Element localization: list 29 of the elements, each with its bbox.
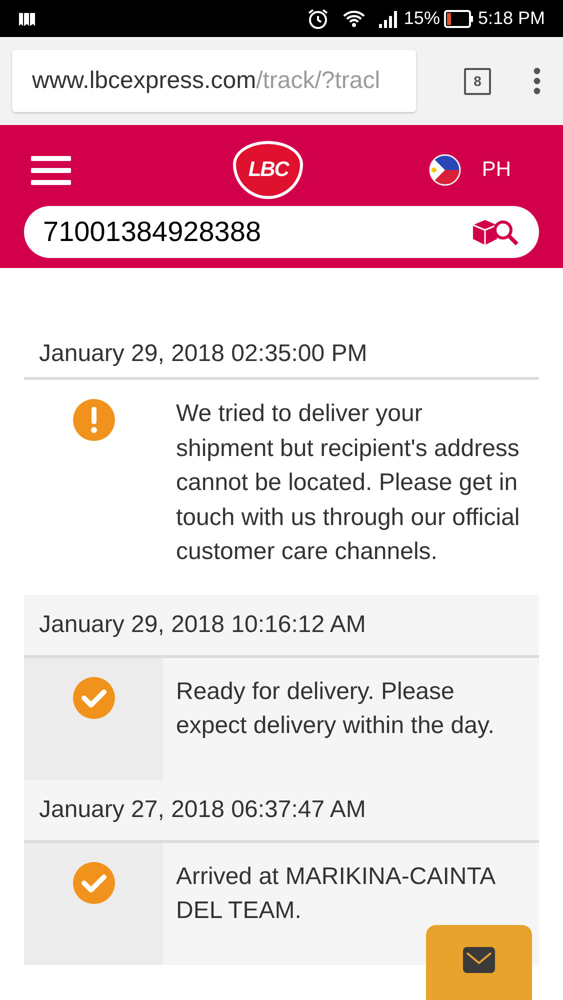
alarm-icon bbox=[306, 6, 330, 30]
check-icon bbox=[72, 860, 116, 904]
battery-icon bbox=[444, 10, 474, 28]
event-message: Arrived at MARIKINA-CAINTA DEL TEAM. bbox=[176, 862, 496, 926]
url-host: www.lbcexpress.com bbox=[32, 66, 256, 96]
menu-icon[interactable] bbox=[31, 154, 71, 186]
box-search-icon[interactable] bbox=[471, 217, 519, 247]
event-message: Ready for delivery. Please expect delivery within the day. bbox=[176, 676, 496, 741]
logo[interactable]: LBC bbox=[233, 141, 304, 199]
address-bar[interactable]: www.lbcexpress.com/track/?tracl bbox=[12, 50, 416, 112]
signal-icon bbox=[378, 8, 400, 28]
envelope-icon bbox=[463, 947, 495, 973]
flag-icon[interactable] bbox=[428, 153, 462, 187]
check-icon bbox=[72, 676, 116, 720]
clock-time: 5:18 PM bbox=[478, 7, 545, 30]
tab-count-button[interactable]: 8 bbox=[464, 68, 491, 94]
notification-icon bbox=[18, 10, 36, 26]
url-path: /track/?tracl bbox=[256, 66, 380, 96]
battery-percent: 15% bbox=[404, 7, 440, 30]
wifi-icon bbox=[342, 8, 366, 30]
tracking-search-field[interactable]: 71001384928388 bbox=[24, 206, 539, 258]
event-message: We tried to deliver your shipment but recipient's address cannot be located. Please get in touch with us through our official customer care channels. bbox=[176, 399, 520, 567]
event-date: January 29, 2018 10:16:12 AM bbox=[39, 610, 366, 640]
more-options-icon[interactable] bbox=[533, 67, 541, 95]
warning-icon bbox=[72, 398, 116, 442]
country-code[interactable]: PH bbox=[482, 154, 511, 186]
message-button[interactable] bbox=[426, 925, 532, 1000]
event-date: January 27, 2018 06:37:47 AM bbox=[39, 794, 366, 824]
event-date: January 29, 2018 02:35:00 PM bbox=[39, 338, 368, 368]
